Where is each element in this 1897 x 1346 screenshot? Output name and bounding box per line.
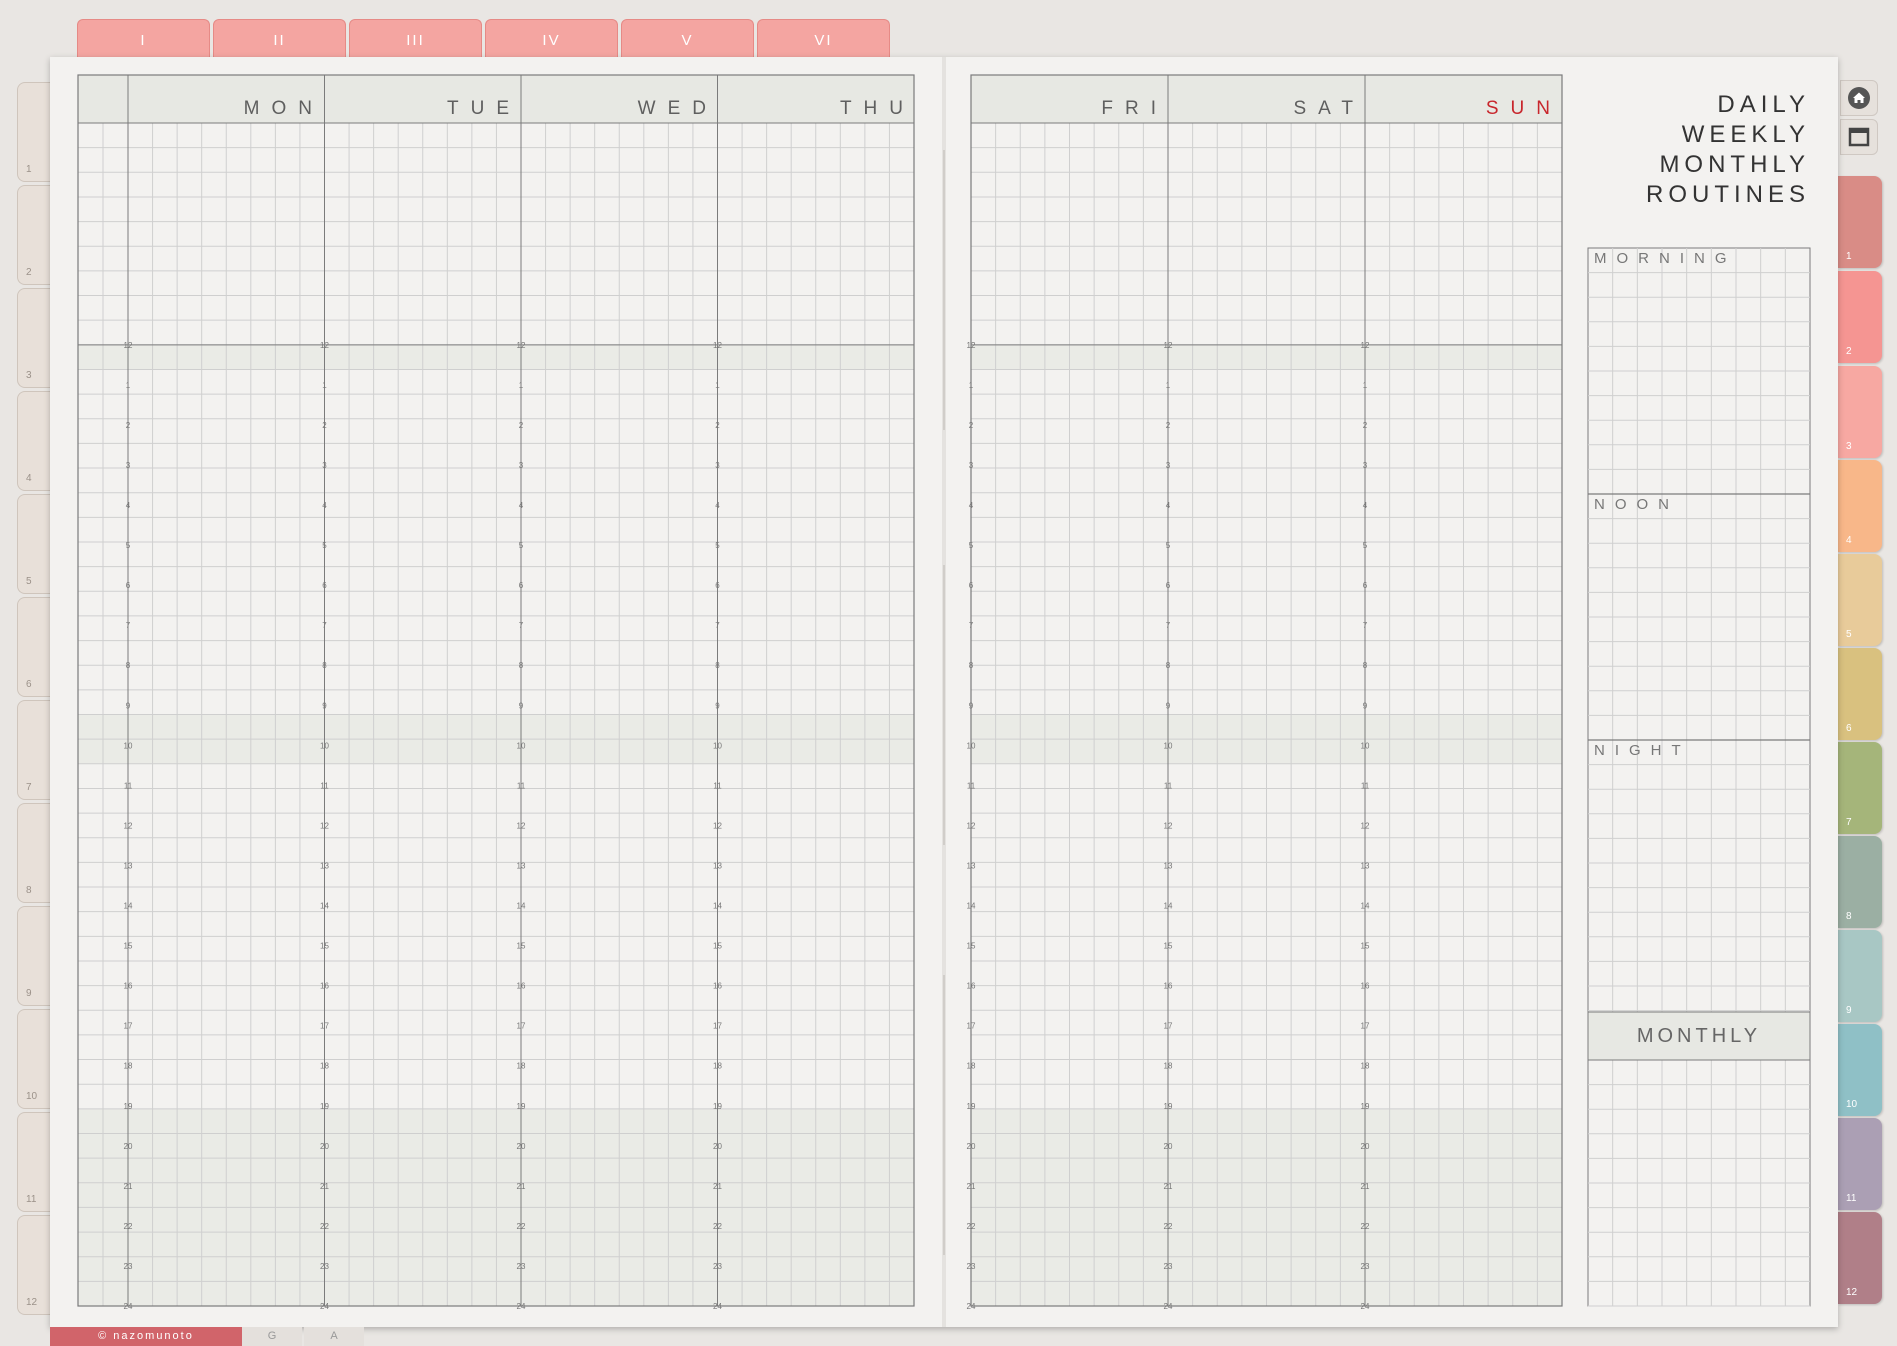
right-tab-label: 11: [1846, 1193, 1857, 1204]
right-tab-11[interactable]: 11: [1838, 1118, 1882, 1210]
left-tab-label: 8: [26, 885, 32, 896]
page-title-line-1: DAILY: [1717, 91, 1810, 118]
right-tab-label: 3: [1846, 441, 1852, 452]
day-label-thu: THU: [839, 98, 915, 119]
day-label-tue: TUE: [447, 98, 521, 119]
home-button[interactable]: [1840, 80, 1878, 116]
binding-mark: [943, 565, 945, 845]
day-label-fri: FRI: [1101, 98, 1168, 119]
right-tab-7[interactable]: 7: [1838, 742, 1882, 834]
window-button[interactable]: [1840, 119, 1878, 155]
right-tab-3[interactable]: 3: [1838, 366, 1882, 458]
footer-tab-a[interactable]: A: [304, 1327, 364, 1346]
left-tab-label: 10: [26, 1091, 38, 1102]
page-title-line-3: MONTHLY: [1659, 151, 1810, 178]
day-label-mon: MON: [243, 98, 324, 119]
page-title-line-4: ROUTINES: [1645, 181, 1810, 208]
right-tab-label: 2: [1846, 346, 1852, 357]
left-tab-label: 5: [26, 576, 32, 587]
left-tab-label: 7: [26, 782, 32, 793]
left-tab-label: 4: [26, 473, 32, 484]
right-tab-9[interactable]: 9: [1838, 930, 1882, 1022]
right-tab-label: 8: [1846, 911, 1852, 922]
routine-noon-label: NOON: [1594, 496, 1679, 513]
left-tab-label: 12: [26, 1297, 38, 1308]
right-tab-label: 4: [1846, 535, 1852, 546]
right-tab-label: 9: [1846, 1005, 1852, 1016]
routine-monthly-label: MONTHLY: [1636, 1025, 1762, 1047]
day-label-sat: SAT: [1293, 98, 1365, 119]
right-tab-6[interactable]: 6: [1838, 648, 1882, 740]
right-tab-label: 10: [1846, 1099, 1858, 1110]
left-tab-label: 1: [26, 164, 32, 175]
window-icon: [1848, 127, 1870, 147]
day-label-sun: SUN: [1485, 98, 1562, 119]
right-tab-label: 7: [1846, 817, 1852, 828]
right-tab-label: 1: [1846, 251, 1852, 262]
credit-label: © nazomunoto: [50, 1327, 242, 1346]
home-icon: [1848, 87, 1870, 109]
left-tab-label: 11: [26, 1194, 37, 1205]
right-tab-4[interactable]: 4: [1838, 460, 1882, 552]
left-tab-label: 3: [26, 370, 32, 381]
day-label-wed: WED: [637, 98, 718, 119]
binding-mark: [943, 150, 945, 430]
left-tab-label: 9: [26, 988, 32, 999]
right-tab-5[interactable]: 5: [1838, 554, 1882, 646]
right-tab-8[interactable]: 8: [1838, 836, 1882, 928]
footer-tab-g[interactable]: G: [242, 1327, 302, 1346]
left-tab-label: 2: [26, 267, 32, 278]
right-tab-2[interactable]: 2: [1838, 271, 1882, 363]
right-tab-label: 12: [1846, 1287, 1858, 1298]
right-tab-label: 6: [1846, 723, 1852, 734]
left-tab-label: 6: [26, 679, 32, 690]
binding-mark: [943, 975, 945, 1255]
page-title-line-2: WEEKLY: [1681, 121, 1810, 148]
right-tab-1[interactable]: 1: [1838, 176, 1882, 268]
right-tab-10[interactable]: 10: [1838, 1024, 1882, 1116]
routine-morning-label: MORNING: [1594, 250, 1737, 267]
right-tab-label: 5: [1846, 629, 1852, 640]
routine-night-label: NIGHT: [1594, 742, 1691, 759]
right-tab-12[interactable]: 12: [1838, 1212, 1882, 1304]
